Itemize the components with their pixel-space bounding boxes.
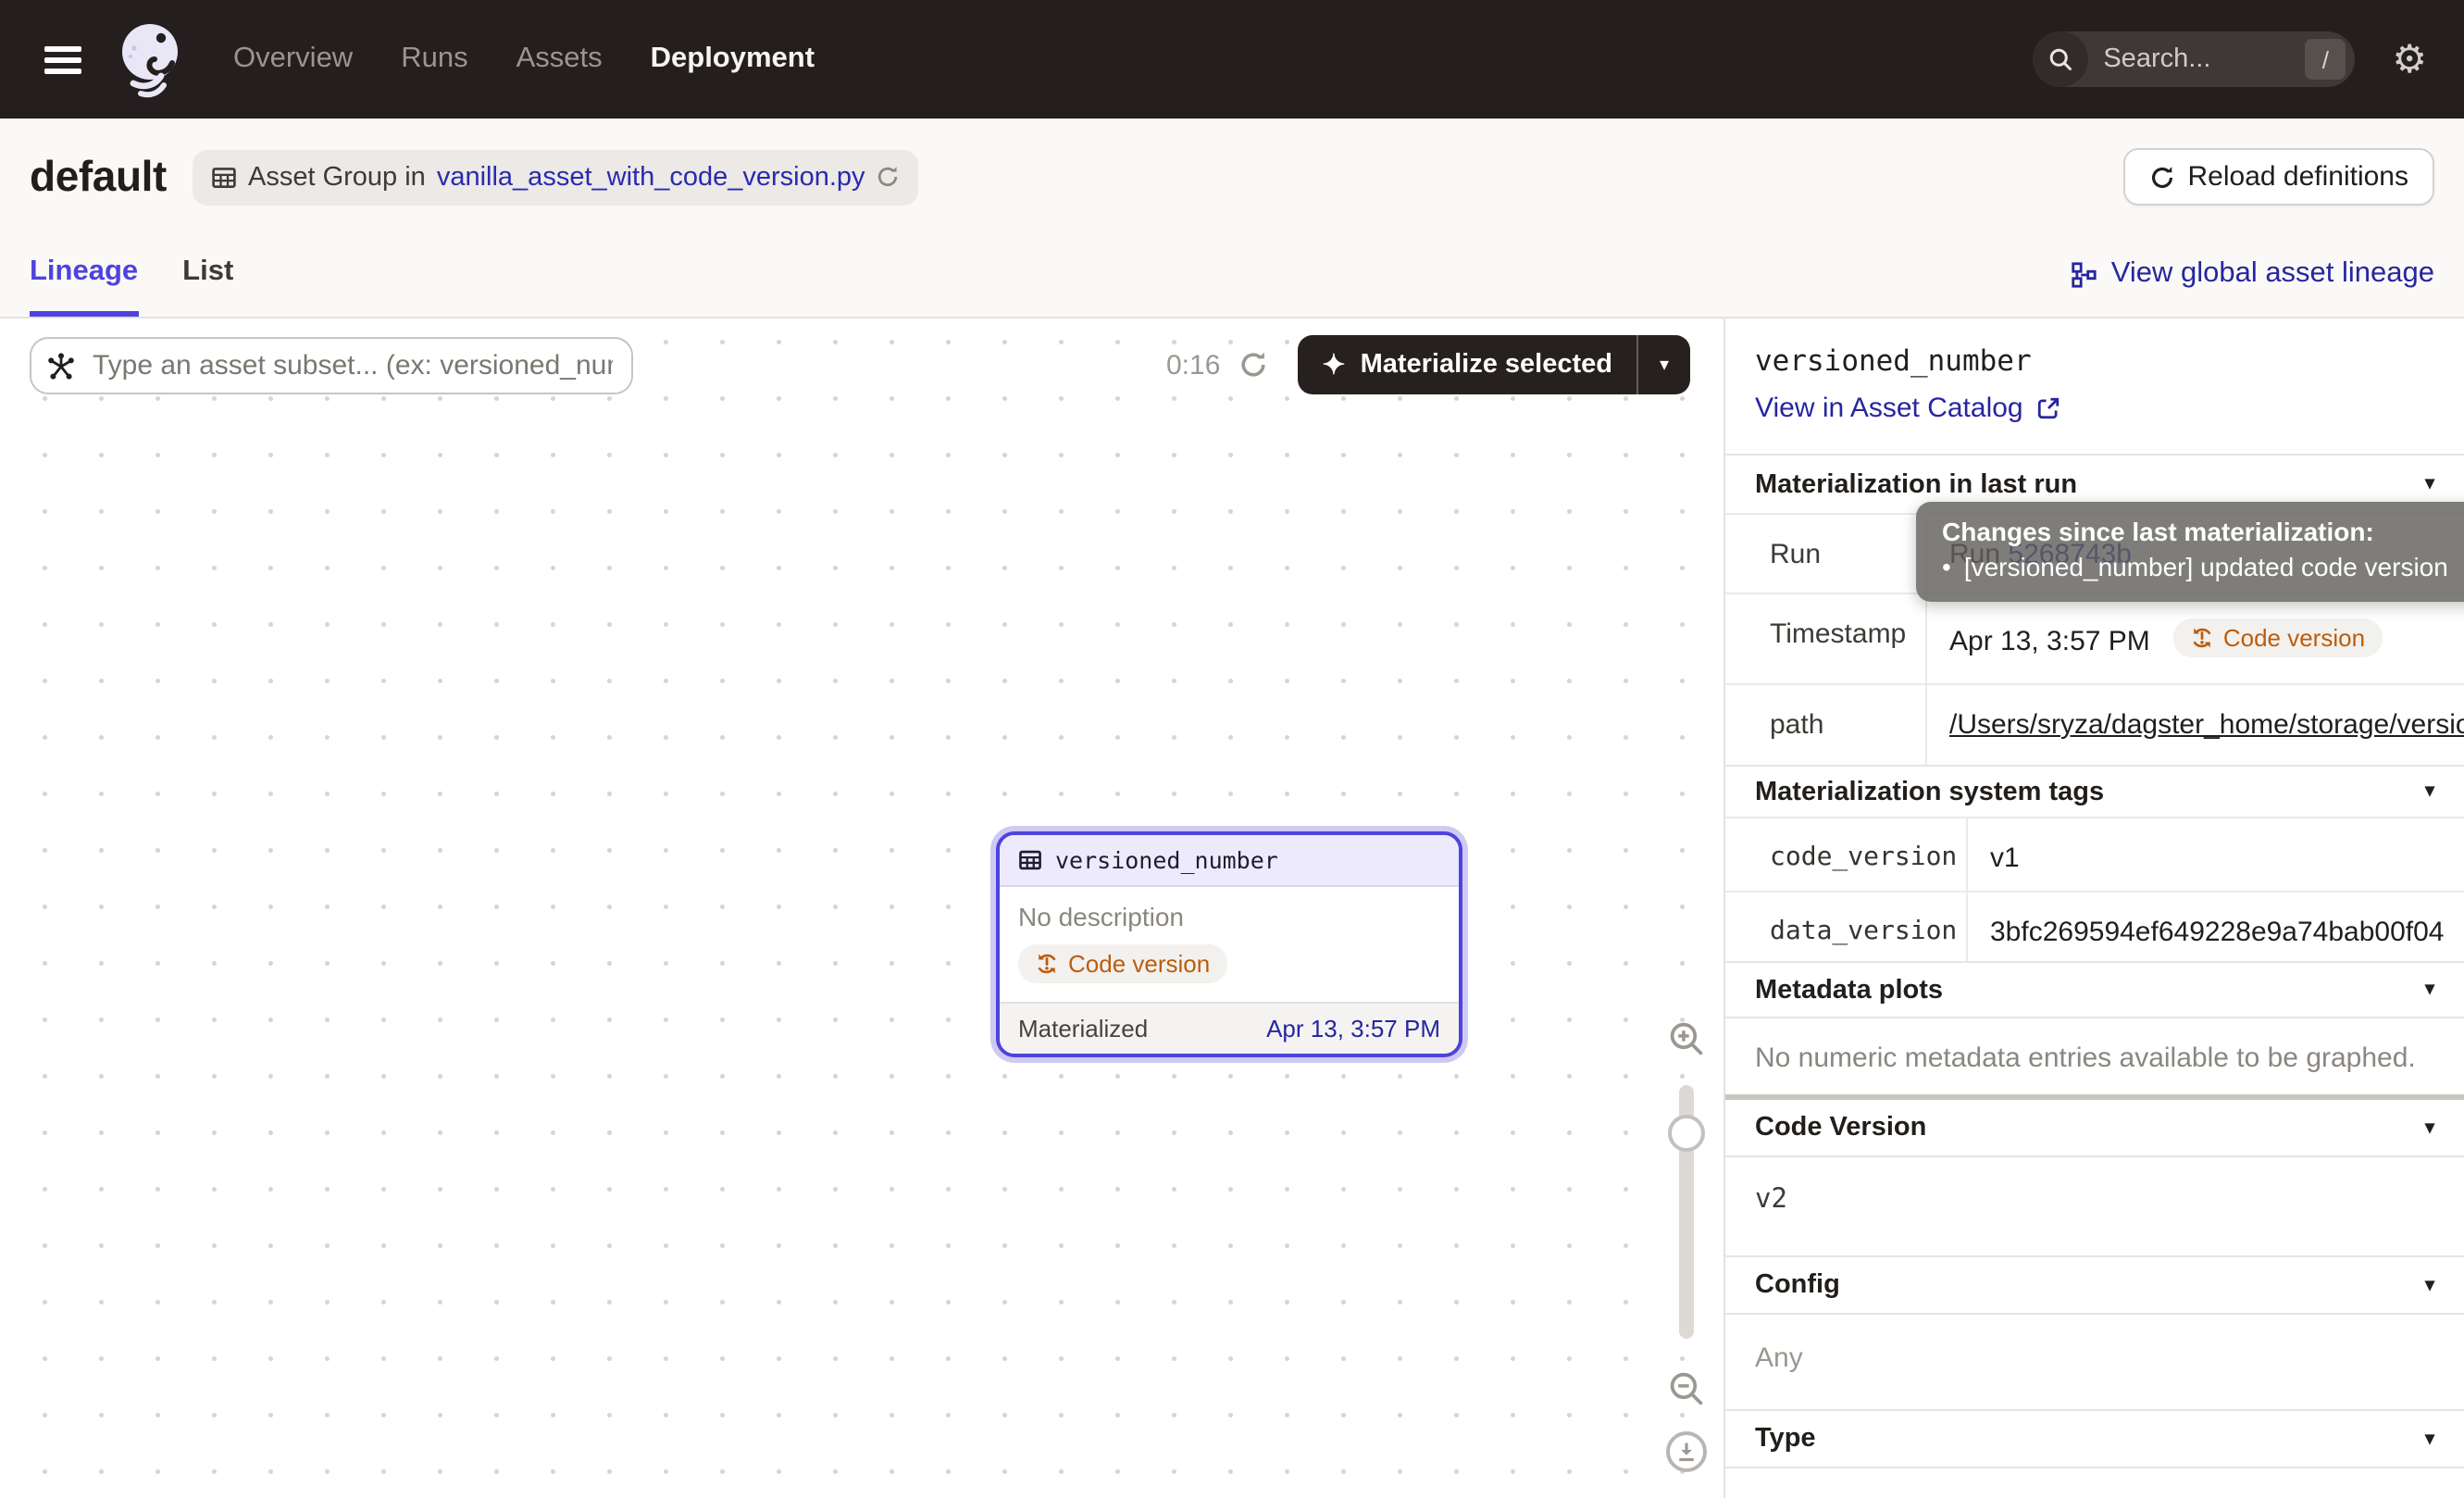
asset-subset-filter[interactable] xyxy=(30,337,633,394)
panel-title-block: versioned_number View in Asset Catalog xyxy=(1725,318,2464,454)
chevron-down-icon: ▾ xyxy=(2425,980,2434,1000)
nav-item-overview[interactable]: Overview xyxy=(233,43,353,76)
asset-node-title: versioned_number xyxy=(1055,846,1278,874)
materialize-dropdown-button[interactable]: ▾ xyxy=(1638,335,1690,394)
asset-node-footer: Materialized Apr 13, 3:57 PM xyxy=(1000,1002,1459,1054)
chevron-down-icon: ▾ xyxy=(2425,1117,2434,1138)
path-row: path /Users/sryza/dagster_home/storage/v… xyxy=(1725,683,2464,765)
app: Overview Runs Assets Deployment / ⚙ defa… xyxy=(0,0,2464,1498)
path-label: path xyxy=(1725,685,1927,765)
nav-item-deployment[interactable]: Deployment xyxy=(651,43,815,76)
config-value: Any xyxy=(1755,1342,1803,1374)
path-value-link[interactable]: /Users/sryza/dagster_home/storage/versio xyxy=(1949,709,2464,741)
sparkle-icon: ✦ xyxy=(1322,351,1345,379)
materialize-selected-button[interactable]: ✦ Materialize selected xyxy=(1298,335,1636,394)
data-version-label: data_version xyxy=(1725,893,1968,961)
bullet-icon: • xyxy=(1942,552,1951,581)
gear-icon[interactable]: ⚙ xyxy=(2392,40,2427,79)
code-version-changed-icon xyxy=(2190,626,2214,650)
table-icon xyxy=(1018,848,1042,872)
tooltip-title: Changes since last materialization: xyxy=(1942,517,2464,546)
section-materialization-system-tags[interactable]: Materialization system tags ▾ xyxy=(1725,765,2464,817)
breadcrumb-prefix: Asset Group in xyxy=(248,162,426,192)
refresh-now-icon[interactable] xyxy=(1238,350,1268,380)
metadata-empty-message: No numeric metadata entries available to… xyxy=(1725,1017,2464,1094)
zoom-slider-handle[interactable] xyxy=(1668,1115,1705,1152)
zoom-controls xyxy=(1664,1018,1709,1472)
search-shortcut-badge: / xyxy=(2305,39,2346,80)
nav-item-assets[interactable]: Assets xyxy=(516,43,603,76)
zoom-slider-track[interactable] xyxy=(1679,1085,1694,1339)
download-icon xyxy=(1675,1441,1698,1463)
asset-subset-input[interactable] xyxy=(89,348,616,383)
code-version-label: code_version xyxy=(1725,818,1968,891)
dagster-logo xyxy=(111,20,185,98)
code-version-tag-row: code_version v1 xyxy=(1725,817,2464,891)
panel-tail xyxy=(1725,1467,2464,1498)
section-config[interactable]: Config ▾ xyxy=(1725,1255,2464,1313)
main-area: 0:16 ✦ Materialize selected ▾ vers xyxy=(0,318,2464,1498)
refresh-timer: 0:16 xyxy=(1166,349,1220,381)
asset-group-icon xyxy=(211,164,237,190)
menu-icon[interactable] xyxy=(44,45,81,73)
chevron-down-icon: ▾ xyxy=(2425,474,2434,494)
page-header: default Asset Group in vanilla_asset_wit… xyxy=(0,119,2464,318)
title-row: default Asset Group in vanilla_asset_wit… xyxy=(30,148,2434,206)
asset-node-versioned-number[interactable]: versioned_number No description Code ver… xyxy=(996,831,1462,1057)
config-value-row: Any xyxy=(1725,1313,2464,1409)
section-metadata-plots[interactable]: Metadata plots ▾ xyxy=(1725,961,2464,1017)
section-type[interactable]: Type ▾ xyxy=(1725,1409,2464,1467)
chevron-down-icon: ▾ xyxy=(2425,781,2434,802)
timestamp-code-version-tag[interactable]: Code version xyxy=(2173,618,2382,657)
asset-node-header: versioned_number xyxy=(1000,835,1459,887)
zoom-in-icon[interactable] xyxy=(1666,1018,1707,1059)
data-version-value: 3bfc269594ef649228e9a74bab00f04 xyxy=(1968,893,2464,961)
search-icon xyxy=(2033,31,2088,87)
external-link-icon xyxy=(2036,396,2060,420)
refresh-icon xyxy=(2149,164,2175,190)
timestamp-value: Apr 13, 3:57 PM Code version xyxy=(1927,594,2464,683)
breadcrumb-file-link[interactable]: vanilla_asset_with_code_version.py xyxy=(437,162,865,192)
breadcrumb: Asset Group in vanilla_asset_with_code_v… xyxy=(193,149,919,205)
timestamp-label: Timestamp xyxy=(1725,594,1927,683)
asset-node-description: No description xyxy=(1018,902,1440,931)
section-code-version[interactable]: Code Version ▾ xyxy=(1725,1100,2464,1155)
tooltip-item: • [versioned_number] updated code versio… xyxy=(1942,552,2464,581)
asset-node-body: No description Code version xyxy=(1000,887,1459,1002)
asset-details-panel: versioned_number View in Asset Catalog M… xyxy=(1724,318,2464,1498)
tab-lineage[interactable]: Lineage xyxy=(30,256,138,317)
page-title: default xyxy=(30,152,167,202)
view-in-asset-catalog-link[interactable]: View in Asset Catalog xyxy=(1755,393,2060,424)
asset-graph-icon xyxy=(46,351,76,381)
view-global-asset-lineage-link[interactable]: View global asset lineage xyxy=(2071,257,2434,317)
timestamp-row: Timestamp Apr 13, 3:57 PM Code version xyxy=(1725,593,2464,683)
chevron-down-icon: ▾ xyxy=(2425,1429,2434,1449)
lineage-canvas[interactable]: 0:16 ✦ Materialize selected ▾ vers xyxy=(0,318,1724,1498)
chevron-down-icon: ▾ xyxy=(2425,1275,2434,1295)
materialize-split-button: ✦ Materialize selected ▾ xyxy=(1298,335,1690,394)
changes-tooltip: Changes since last materialization: • [v… xyxy=(1916,502,2464,602)
primary-nav: Overview Runs Assets Deployment xyxy=(233,43,815,76)
download-graph-button[interactable] xyxy=(1666,1431,1707,1472)
lineage-graph-icon xyxy=(2071,260,2098,288)
definition-code-version-value: v2 xyxy=(1725,1155,2464,1255)
nav-item-runs[interactable]: Runs xyxy=(401,43,467,76)
reload-location-icon[interactable] xyxy=(877,165,901,189)
data-version-row: data_version 3bfc269594ef649228e9a74bab0… xyxy=(1725,891,2464,961)
code-version-changed-icon xyxy=(1035,952,1059,976)
zoom-out-icon[interactable] xyxy=(1666,1368,1707,1409)
code-version-changed-tag[interactable]: Code version xyxy=(1018,944,1226,983)
reload-definitions-button[interactable]: Reload definitions xyxy=(2123,148,2435,206)
tab-list[interactable]: List xyxy=(182,256,233,317)
materialized-status: Materialized xyxy=(1018,1015,1148,1042)
materialized-time-link[interactable]: Apr 13, 3:57 PM xyxy=(1266,1015,1440,1042)
tabs-row: Lineage List View global asset lineage xyxy=(30,256,2434,317)
search-box[interactable]: / xyxy=(2033,31,2355,87)
panel-asset-name: versioned_number xyxy=(1755,344,2434,378)
canvas-actions: 0:16 ✦ Materialize selected ▾ xyxy=(1166,335,1690,394)
top-nav: Overview Runs Assets Deployment / ⚙ xyxy=(0,0,2464,119)
code-version-value: v1 xyxy=(1968,818,2464,891)
search-input[interactable] xyxy=(2088,44,2305,74)
run-label: Run xyxy=(1725,515,1927,593)
